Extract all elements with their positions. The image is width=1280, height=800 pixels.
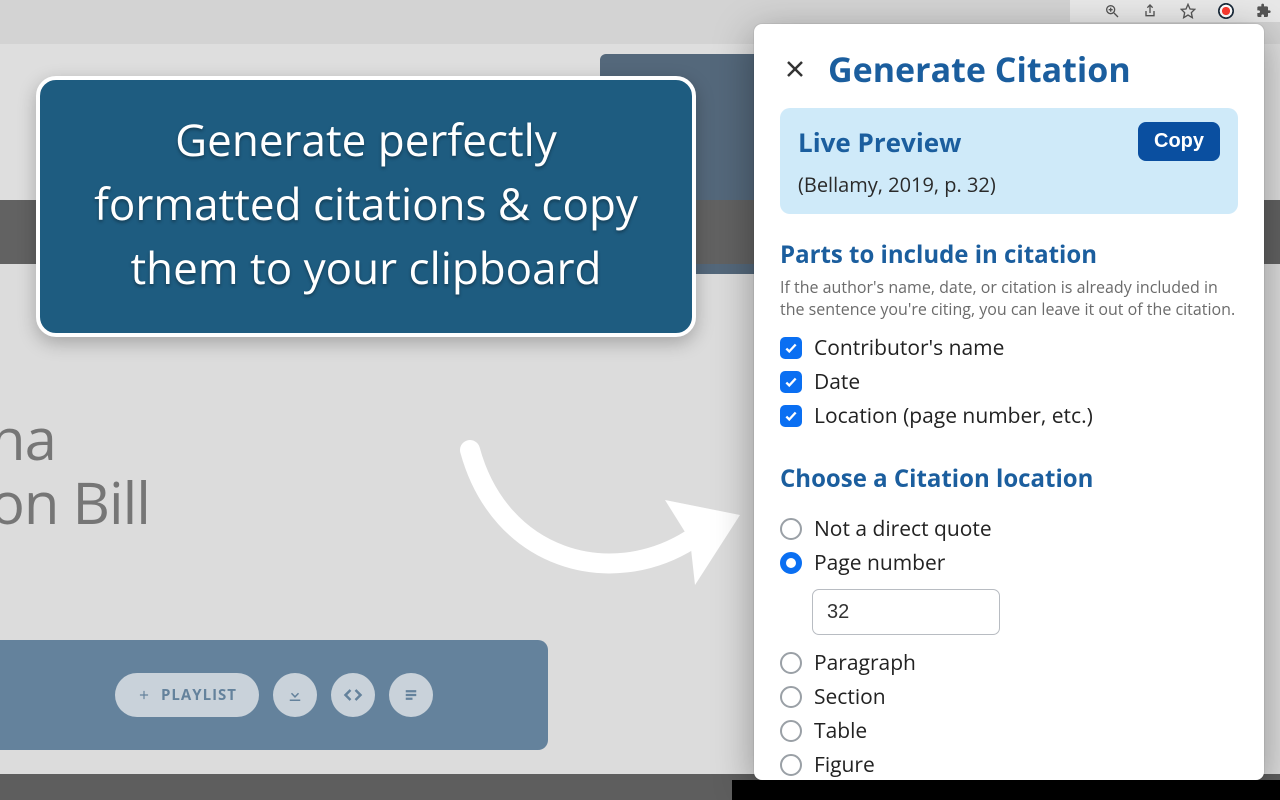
- extension-icon[interactable]: [1218, 3, 1234, 19]
- radio-label: Not a direct quote: [814, 515, 992, 543]
- share-icon[interactable]: [1142, 3, 1158, 19]
- radio-icon: [780, 686, 802, 708]
- checkbox-contributor-name[interactable]: Contributor's name: [780, 334, 1238, 362]
- puzzle-icon[interactable]: [1256, 3, 1272, 19]
- radio-section[interactable]: Section: [780, 683, 1238, 711]
- location-section-title: Choose a Citation location: [780, 462, 1238, 495]
- checkbox-label: Contributor's name: [814, 334, 1004, 362]
- live-preview-box: Live Preview Copy (Bellamy, 2019, p. 32): [780, 108, 1238, 214]
- radio-page-number[interactable]: Page number: [780, 549, 1238, 577]
- radio-icon: [780, 518, 802, 540]
- checkbox-label: Date: [814, 368, 860, 396]
- checkbox-location[interactable]: Location (page number, etc.): [780, 402, 1238, 430]
- radio-icon: [780, 754, 802, 776]
- parts-section-title: Parts to include in citation: [780, 238, 1238, 271]
- radio-table[interactable]: Table: [780, 717, 1238, 745]
- zoom-icon[interactable]: [1104, 3, 1120, 19]
- embed-button[interactable]: [331, 673, 375, 717]
- radio-icon: [780, 552, 802, 574]
- checkbox-label: Location (page number, etc.): [814, 402, 1093, 430]
- radio-label: Paragraph: [814, 649, 916, 677]
- page-title-fragment: ha: [0, 398, 56, 477]
- radio-not-direct-quote[interactable]: Not a direct quote: [780, 515, 1238, 543]
- panel-title: Generate Citation: [828, 46, 1131, 92]
- checkbox-icon: [780, 337, 802, 359]
- playlist-button[interactable]: PLAYLIST: [115, 673, 259, 717]
- radio-paragraph[interactable]: Paragraph: [780, 649, 1238, 677]
- playlist-label: PLAYLIST: [161, 685, 237, 705]
- checkbox-icon: [780, 405, 802, 427]
- browser-toolbar: [1070, 0, 1280, 22]
- radio-label: Figure: [814, 751, 875, 779]
- feature-callout: Generate perfectly formatted citations &…: [36, 76, 696, 337]
- radio-figure[interactable]: Figure: [780, 751, 1238, 779]
- checkbox-date[interactable]: Date: [780, 368, 1238, 396]
- transcript-button[interactable]: [389, 673, 433, 717]
- copy-button[interactable]: Copy: [1138, 122, 1220, 161]
- live-preview-label: Live Preview: [798, 124, 961, 160]
- radio-label: Section: [814, 683, 886, 711]
- page-title-fragment: on Bill: [0, 462, 150, 541]
- checkbox-icon: [780, 371, 802, 393]
- bottom-strip: [732, 780, 1280, 800]
- radio-label: Table: [814, 717, 867, 745]
- callout-text: Generate perfectly formatted citations &…: [74, 108, 658, 299]
- audio-player: PLAYLIST: [0, 640, 548, 750]
- radio-label: Page number: [814, 549, 945, 577]
- radio-icon: [780, 652, 802, 674]
- page-number-input[interactable]: [812, 589, 1000, 635]
- parts-section-help: If the author's name, date, or citation …: [780, 277, 1238, 320]
- close-button[interactable]: [780, 54, 810, 84]
- citation-preview-text: (Bellamy, 2019, p. 32): [798, 171, 1220, 198]
- star-icon[interactable]: [1180, 3, 1196, 19]
- download-button[interactable]: [273, 673, 317, 717]
- citation-panel: Generate Citation Live Preview Copy (Bel…: [754, 24, 1264, 780]
- radio-icon: [780, 720, 802, 742]
